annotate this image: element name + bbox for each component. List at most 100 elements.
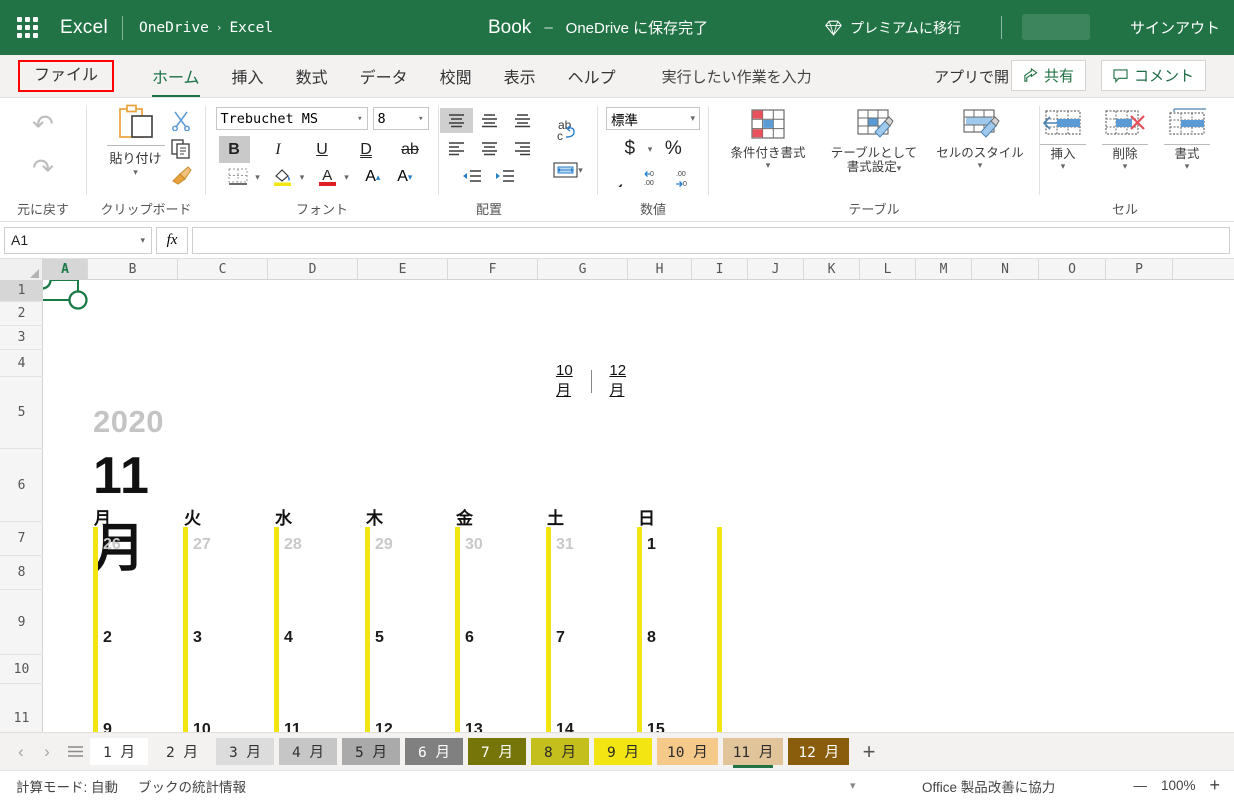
share-button[interactable]: 共有 — [1011, 60, 1087, 91]
paste-button[interactable]: 貼り付け ▾ — [101, 104, 171, 178]
column-header-K[interactable]: K — [804, 259, 860, 279]
increase-decimal-button[interactable]: 0 .00 — [639, 165, 663, 191]
tab-view[interactable]: 表示 — [488, 56, 552, 96]
align-middle-button[interactable] — [473, 108, 506, 133]
sheet-tab-8月[interactable]: 8 月 — [531, 738, 589, 765]
sheet-tab-6月[interactable]: 6 月 — [405, 738, 463, 765]
status-chevron-down-icon[interactable]: ▾ — [850, 779, 856, 792]
column-header-D[interactable]: D — [268, 259, 358, 279]
currency-format-button[interactable]: $ — [620, 136, 640, 162]
next-month-link[interactable]: 12 月 — [609, 362, 626, 400]
tab-help[interactable]: ヘルプ — [552, 56, 632, 96]
number-format-select[interactable]: 標準 ▾ — [606, 107, 700, 130]
insert-cells-button[interactable]: 挿入 ▾ — [1033, 108, 1093, 172]
sheet-tab-10月[interactable]: 10 月 — [657, 738, 718, 765]
font-color-chevron-down-icon[interactable]: ▾ — [344, 172, 349, 183]
insert-cells-chevron-down-icon[interactable]: ▾ — [1061, 161, 1066, 172]
delete-cells-button[interactable]: 削除 ▾ — [1095, 108, 1155, 172]
row-header-11[interactable]: 11 — [0, 684, 43, 732]
cut-button[interactable] — [171, 110, 192, 131]
cell-styles-button[interactable]: セルのスタイル ▾ — [927, 108, 1033, 171]
column-header-O[interactable]: O — [1039, 259, 1106, 279]
font-size-select[interactable]: 8 ▾ — [372, 107, 429, 130]
increase-indent-button[interactable] — [489, 164, 522, 189]
row-header-9[interactable]: 9 — [0, 590, 43, 655]
sheet-tab-4月[interactable]: 4 月 — [279, 738, 337, 765]
column-header-G[interactable]: G — [538, 259, 628, 279]
sheet-tab-2月[interactable]: 2 月 — [153, 738, 211, 765]
sheet-tab-7月[interactable]: 7 月 — [468, 738, 526, 765]
align-right-button[interactable] — [506, 136, 539, 161]
align-top-button[interactable] — [439, 108, 473, 133]
breadcrumb[interactable]: OneDrive › Excel — [123, 20, 273, 36]
percent-format-button[interactable]: % — [660, 136, 686, 162]
open-in-desktop-app-button[interactable]: アプリで開く — [934, 66, 1022, 87]
name-box[interactable]: A1 ▾ — [4, 226, 152, 254]
column-header-E[interactable]: E — [358, 259, 448, 279]
format-cells-chevron-down-icon[interactable]: ▾ — [1185, 161, 1190, 172]
column-header-B[interactable]: B — [88, 259, 178, 279]
all-sheets-icon[interactable] — [60, 739, 90, 765]
tab-insert[interactable]: 挿入 — [216, 56, 280, 96]
next-sheet-button[interactable]: › — [34, 739, 60, 765]
cell-styles-chevron-down-icon[interactable]: ▾ — [978, 160, 983, 171]
selection-handles[interactable] — [43, 280, 105, 313]
underline-button[interactable]: U — [307, 136, 338, 163]
sheet-tab-11月[interactable]: 11 月 — [722, 738, 784, 768]
paste-chevron-down-icon[interactable]: ▾ — [133, 167, 138, 178]
merge-cells-button[interactable] — [553, 160, 578, 180]
column-header-L[interactable]: L — [860, 259, 916, 279]
upgrade-premium-button[interactable]: プレミアムに移行 — [825, 0, 961, 55]
row-header-4[interactable]: 4 — [0, 350, 43, 377]
font-name-select[interactable]: Trebuchet MS ▾ — [215, 107, 368, 130]
sheet-tab-1月[interactable]: 1 月 — [90, 738, 148, 765]
row-header-8[interactable]: 8 — [0, 556, 43, 590]
sign-out-button[interactable]: サインアウト — [1130, 0, 1220, 55]
sheet-tab-5月[interactable]: 5 月 — [342, 738, 400, 765]
fill-color-chevron-down-icon[interactable]: ▾ — [300, 172, 305, 183]
double-underline-button[interactable]: D — [351, 136, 382, 163]
tab-home[interactable]: ホーム — [136, 56, 216, 97]
conditional-formatting-button[interactable]: 条件付き書式 ▾ — [715, 108, 821, 171]
format-cells-button[interactable]: 書式 ▾ — [1157, 108, 1217, 172]
copy-button[interactable] — [171, 138, 192, 159]
insert-function-button[interactable]: fx — [156, 226, 188, 254]
breadcrumb-leaf[interactable]: Excel — [229, 20, 273, 36]
comma-format-button[interactable]: ͵ — [611, 165, 631, 191]
comment-button[interactable]: コメント — [1101, 60, 1207, 91]
undo-button[interactable]: ↶ — [0, 102, 86, 146]
decrease-font-size-button[interactable]: A ▾ — [391, 168, 419, 186]
wrap-text-button[interactable]: ab c — [555, 108, 582, 152]
office-feedback-link[interactable]: Office 製品改善に協力 — [922, 776, 1055, 796]
zoom-in-button[interactable]: + — [1209, 775, 1220, 796]
sheet-tab-12月[interactable]: 12 月 — [788, 738, 850, 765]
row-header-10[interactable]: 10 — [0, 655, 43, 684]
column-header-P[interactable]: P — [1106, 259, 1173, 279]
row-header-3[interactable]: 3 — [0, 326, 43, 350]
column-header-N[interactable]: N — [972, 259, 1039, 279]
app-launcher-waffle-icon[interactable] — [0, 17, 54, 38]
sheet-tab-3月[interactable]: 3 月 — [216, 738, 274, 765]
align-center-button[interactable] — [473, 136, 506, 161]
row-header-2[interactable]: 2 — [0, 302, 43, 326]
breadcrumb-root[interactable]: OneDrive — [139, 20, 209, 36]
borders-button[interactable] — [225, 168, 251, 186]
tell-me-search[interactable]: 実行したい作業を入力 — [662, 66, 812, 87]
zoom-out-button[interactable]: — — [1133, 778, 1147, 793]
select-all-corner[interactable] — [0, 259, 43, 280]
format-as-table-button[interactable]: テーブルとして 書式設定▾ — [821, 108, 927, 175]
decrease-decimal-button[interactable]: .00 0 — [671, 165, 695, 191]
conditional-formatting-chevron-down-icon[interactable]: ▾ — [766, 160, 771, 171]
tab-review[interactable]: 校閲 — [424, 56, 488, 96]
fill-color-button[interactable] — [270, 167, 296, 187]
delete-cells-chevron-down-icon[interactable]: ▾ — [1123, 161, 1128, 172]
prev-month-link[interactable]: 10 月 — [556, 362, 573, 400]
bold-button[interactable]: B — [218, 136, 250, 163]
strikethrough-button[interactable]: ab — [395, 136, 426, 163]
column-header-C[interactable]: C — [178, 259, 268, 279]
avatar[interactable] — [1022, 14, 1090, 40]
align-left-button[interactable] — [440, 136, 473, 161]
tab-formulas[interactable]: 数式 — [280, 56, 344, 96]
document-title[interactable]: Book — [488, 17, 531, 39]
borders-chevron-down-icon[interactable]: ▾ — [255, 172, 260, 183]
